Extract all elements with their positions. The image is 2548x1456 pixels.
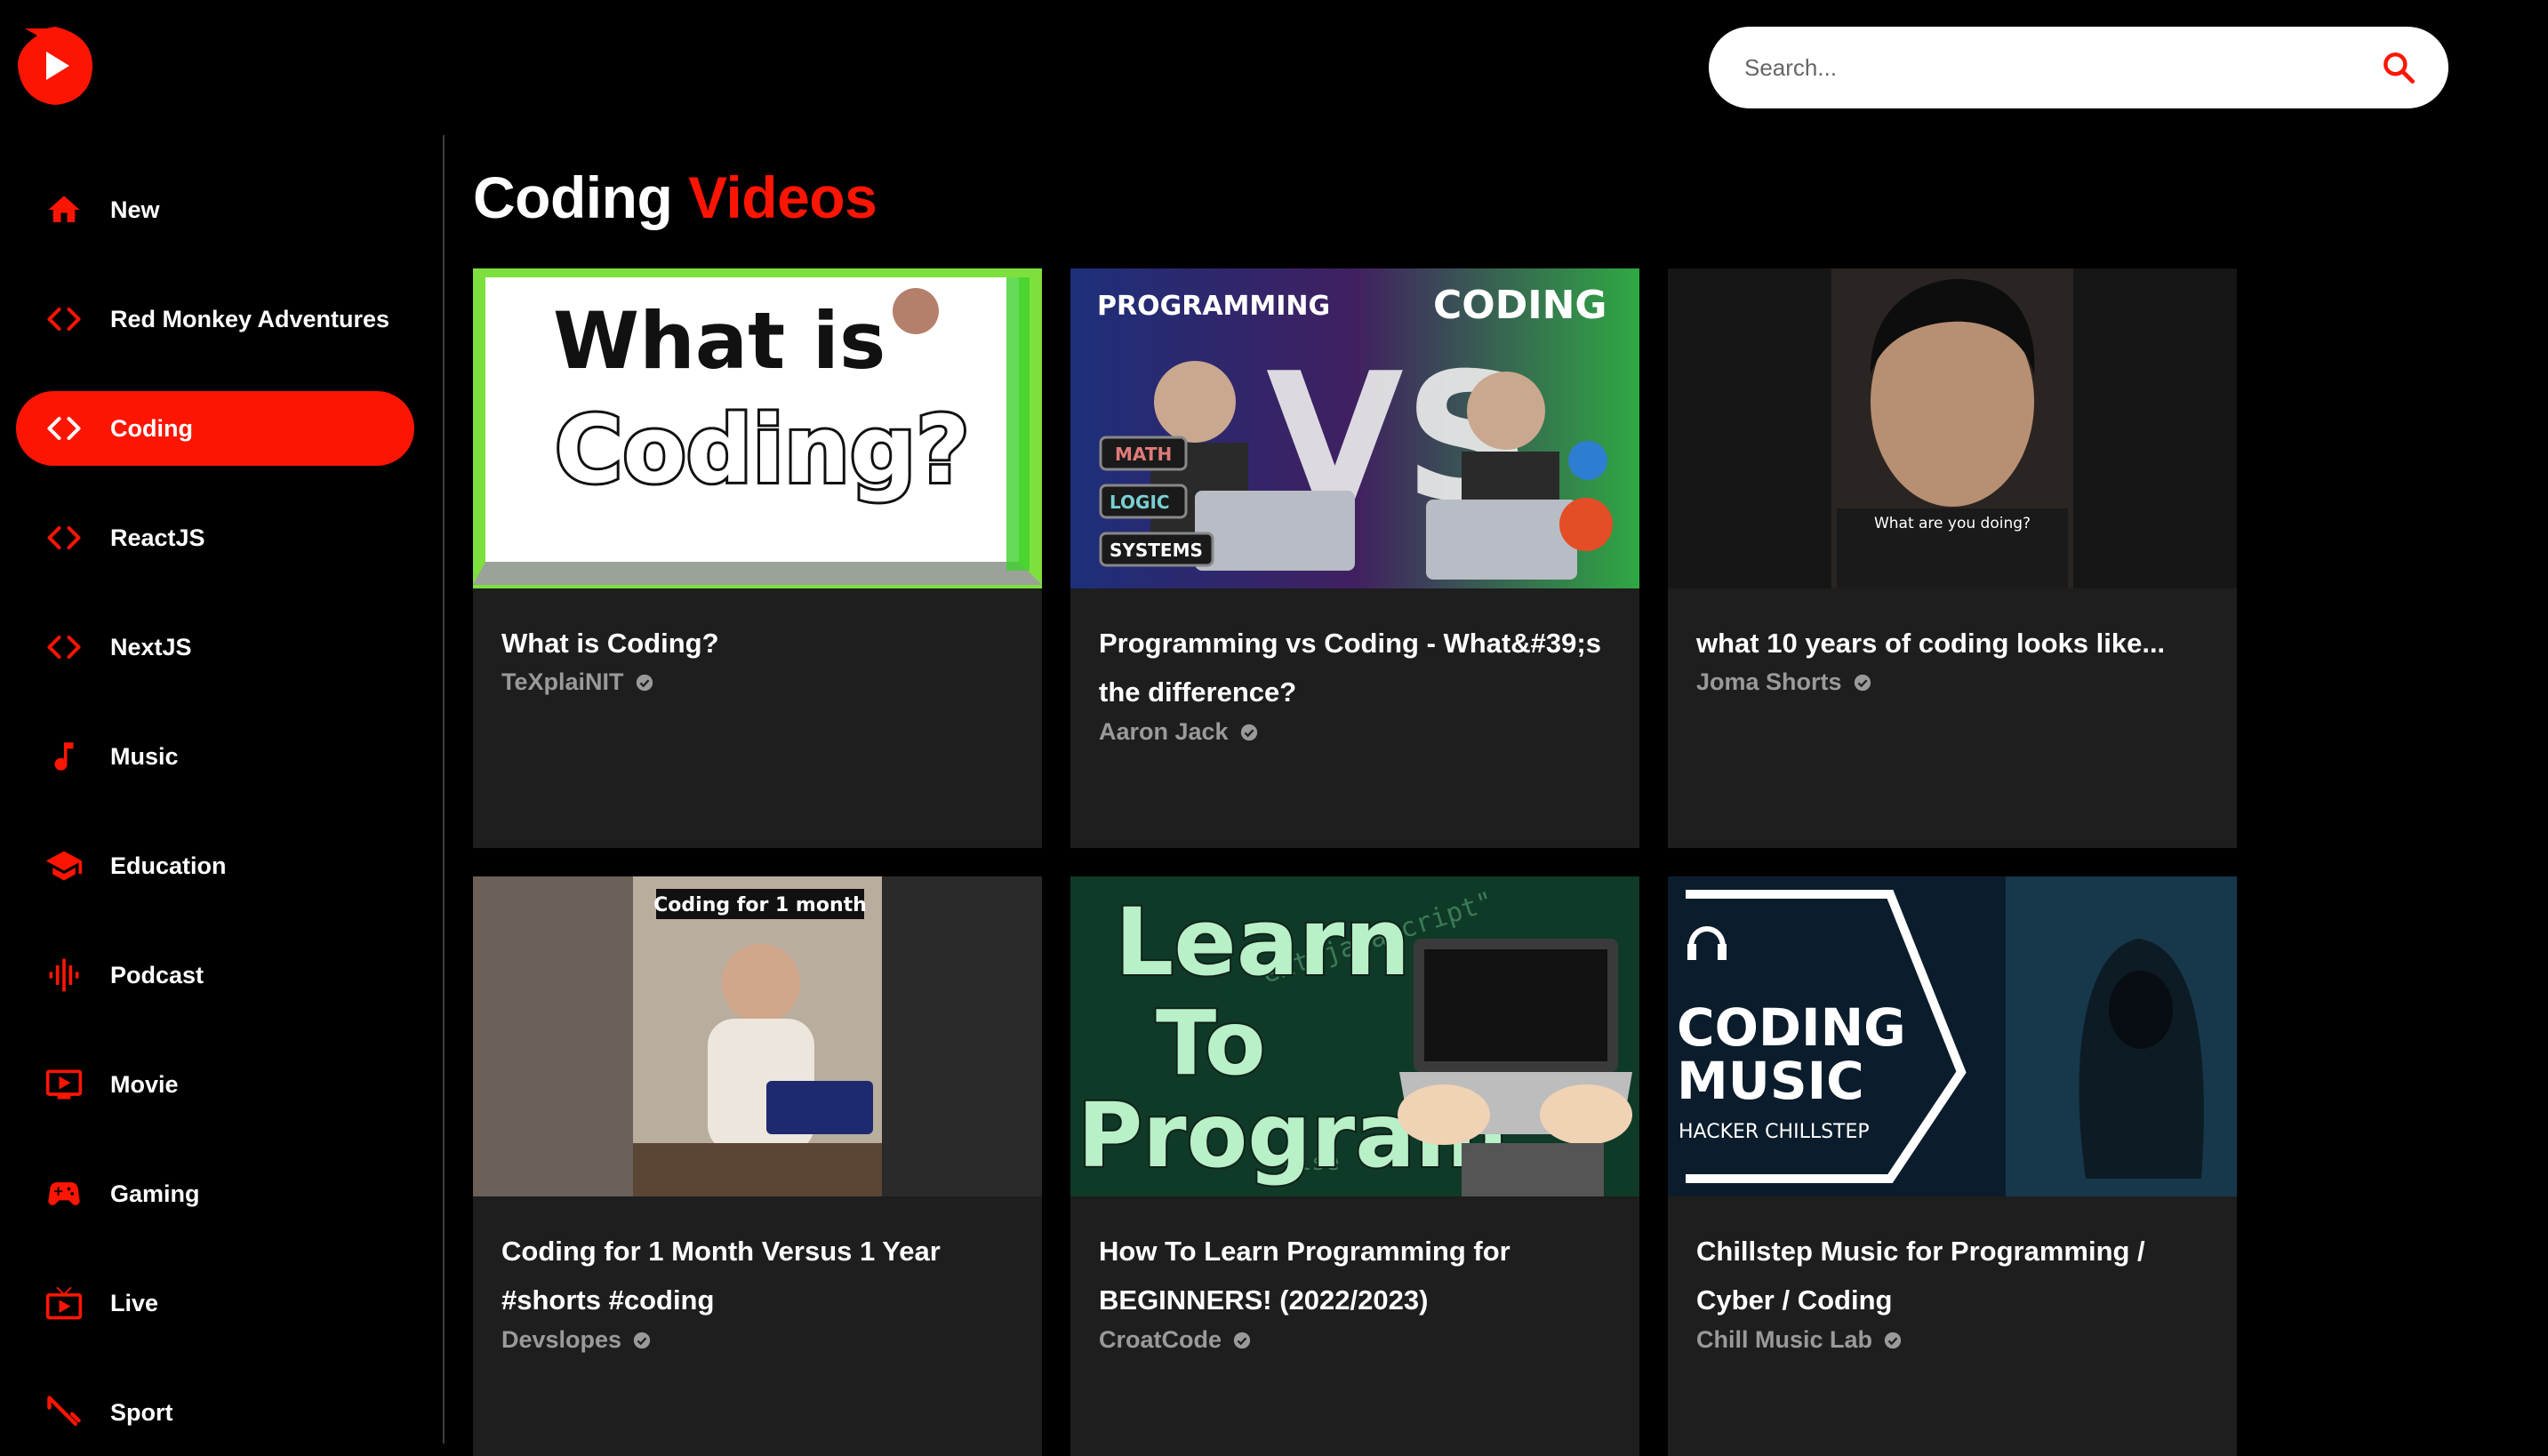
video-card[interactable]: PROGRAMMING CODING VS MATH LOGIC SYSTEMS… (1070, 268, 1639, 848)
thumbnail-text: HACKER CHILLSTEP (1679, 1121, 1870, 1143)
sidebar-item-movie[interactable]: Movie (16, 1047, 414, 1122)
video-thumbnail[interactable]: What is Coding? (473, 268, 1042, 588)
sidebar-item-live[interactable]: Live (16, 1266, 414, 1340)
video-thumbnail[interactable]: CODING MUSIC HACKER CHILLSTEP (1668, 876, 2237, 1196)
thumbnail-text: What is (553, 295, 885, 387)
thumbnail-text: What are you doing? (1874, 515, 2031, 532)
sidebar-item-new[interactable]: New (16, 172, 414, 247)
sidebar-item-label: Coding (110, 414, 193, 442)
gamepad-icon (44, 1174, 84, 1213)
channel-name[interactable]: TeXplaiNIT (501, 668, 654, 696)
video-card[interactable]: CODING MUSIC HACKER CHILLSTEP Chillstep … (1668, 876, 2237, 1456)
live-tv-icon (44, 1284, 84, 1323)
sidebar-item-label: Live (110, 1289, 159, 1316)
video-card[interactable]: Coding for 1 month Coding for 1 Month Ve… (473, 876, 1042, 1456)
sidebar-item-nextjs[interactable]: NextJS (16, 610, 414, 684)
thumbnail-text: MATH (1115, 444, 1172, 465)
channel-label: Devslopes (501, 1326, 622, 1353)
video-title[interactable]: Programming vs Coding - What&#39;s the d… (1099, 619, 1615, 716)
code-icon (44, 300, 84, 339)
search-button[interactable] (2376, 44, 2422, 91)
code-icon (44, 518, 84, 557)
channel-name[interactable]: CroatCode (1099, 1326, 1252, 1354)
video-thumbnail[interactable]: Coding for 1 month (473, 876, 1042, 1196)
verified-check-icon (1233, 1332, 1251, 1348)
sidebar-item-podcast[interactable]: Podcast (16, 938, 414, 1012)
sidebar-item-label: Podcast (110, 961, 204, 988)
verified-check-icon (1884, 1332, 1902, 1348)
video-card[interactable]: What are you doing? what 10 years of cod… (1668, 268, 2237, 848)
sidebar-item-label: Gaming (110, 1180, 200, 1207)
music-note-icon (44, 737, 84, 776)
sidebar-item-label: New (110, 196, 160, 223)
school-icon (44, 846, 84, 885)
thumbnail-text: Coding for 1 month (653, 894, 867, 916)
channel-name[interactable]: Chill Music Lab (1696, 1326, 1903, 1354)
thumbnail-text: SYSTEMS (1110, 540, 1203, 561)
video-card[interactable]: ext/javascript" else Learn To Program Ho… (1070, 876, 1639, 1456)
video-title[interactable]: Coding for 1 Month Versus 1 Year #shorts… (501, 1227, 1017, 1324)
video-thumbnail[interactable]: PROGRAMMING CODING VS MATH LOGIC SYSTEMS (1070, 268, 1639, 588)
sidebar-item-coding[interactable]: Coding (16, 391, 414, 466)
sidebar-item-sport[interactable]: Sport (16, 1375, 414, 1444)
sidebar-item-education[interactable]: Education (16, 828, 414, 903)
code-icon (44, 628, 84, 667)
sidebar-item-label: Red Monkey Adventures (110, 305, 390, 332)
search-input[interactable] (1743, 52, 2376, 83)
sidebar-item-label: NextJS (110, 633, 192, 660)
channel-label: CroatCode (1099, 1326, 1222, 1353)
thumbnail-text: LOGIC (1110, 492, 1170, 513)
channel-label: TeXplaiNIT (501, 668, 624, 695)
sidebar-item-red-monkey-adventures[interactable]: Red Monkey Adventures (16, 282, 414, 356)
page-title-category: Coding (473, 164, 673, 230)
video-title[interactable]: How To Learn Programming for BEGINNERS! … (1099, 1227, 1615, 1324)
verified-check-icon (636, 674, 653, 691)
video-thumbnail[interactable]: ext/javascript" else Learn To Program (1070, 876, 1639, 1196)
channel-label: Aaron Jack (1099, 718, 1229, 745)
thumbnail-text: MUSIC (1677, 1051, 1864, 1111)
channel-name[interactable]: Joma Shorts (1696, 668, 1872, 696)
page-title-accent: Videos (688, 164, 877, 230)
video-title[interactable]: What is Coding? (501, 619, 1017, 668)
sidebar-item-label: Education (110, 852, 227, 879)
code-icon (44, 409, 84, 448)
thumbnail-text: To (1156, 991, 1266, 1095)
sidebar: New Red Monkey Adventures Coding ReactJS… (0, 135, 445, 1444)
sidebar-item-music[interactable]: Music (16, 719, 414, 794)
thumbnail-text: CODING (1677, 997, 1906, 1058)
search-bar (1709, 27, 2448, 108)
channel-label: Chill Music Lab (1696, 1326, 1873, 1353)
sport-icon (44, 1393, 84, 1432)
verified-check-icon (633, 1332, 651, 1348)
thumbnail-text: Learn (1115, 888, 1410, 996)
app-logo[interactable] (16, 25, 94, 107)
thumbnail-text: CODING (1433, 283, 1607, 328)
home-icon (44, 190, 84, 229)
sidebar-item-reactjs[interactable]: ReactJS (16, 500, 414, 575)
page-title: Coding Videos (473, 164, 877, 231)
thumbnail-text: Coding? (555, 396, 970, 504)
graphic-eq-icon (44, 956, 84, 995)
sidebar-item-label: Music (110, 742, 179, 770)
verified-check-icon (1854, 674, 1871, 691)
video-title[interactable]: Chillstep Music for Programming / Cyber … (1696, 1227, 2212, 1324)
video-title[interactable]: what 10 years of coding looks like... (1696, 619, 2212, 668)
video-card[interactable]: What is Coding? What is Coding? TeXplaiN… (473, 268, 1042, 848)
video-thumbnail[interactable]: What are you doing? (1668, 268, 2237, 588)
movie-icon (44, 1065, 84, 1104)
channel-name[interactable]: Devslopes (501, 1326, 652, 1354)
sidebar-item-label: ReactJS (110, 524, 205, 551)
verified-check-icon (1240, 724, 1257, 740)
search-icon (2384, 52, 2415, 84)
sidebar-item-gaming[interactable]: Gaming (16, 1156, 414, 1231)
channel-label: Joma Shorts (1696, 668, 1842, 695)
sidebar-item-label: Sport (110, 1398, 173, 1426)
thumbnail-text: PROGRAMMING (1097, 291, 1330, 322)
channel-name[interactable]: Aaron Jack (1099, 718, 1259, 746)
sidebar-item-label: Movie (110, 1070, 179, 1098)
